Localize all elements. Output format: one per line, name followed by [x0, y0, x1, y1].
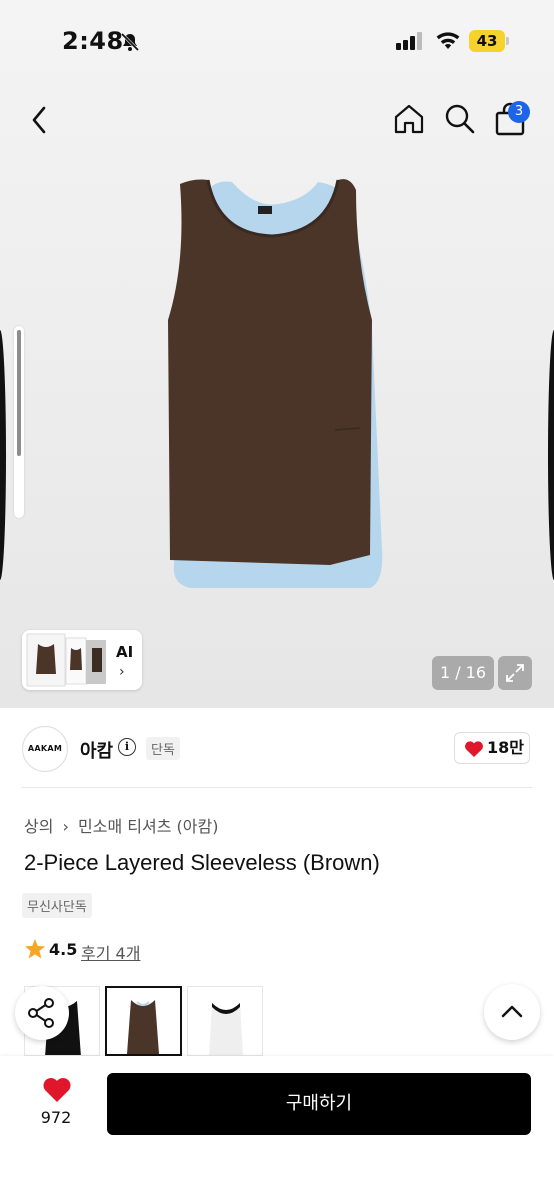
product-image: [168, 179, 383, 588]
search-icon[interactable]: [444, 103, 476, 135]
white-tank-thumbnail: [209, 1003, 243, 1055]
breadcrumb: 상의 › 민소매 티셔츠 (아캄): [24, 813, 222, 837]
ai-style-label[interactable]: AI: [116, 643, 133, 661]
product-gallery[interactable]: 2:48 43 3 AI › 1 / 16: [0, 0, 554, 708]
volume-slider-thumb[interactable]: [17, 330, 21, 456]
expand-button[interactable]: [498, 656, 532, 690]
breadcrumb-subcategory[interactable]: 민소매 티셔츠 (아캄): [78, 817, 218, 836]
breadcrumb-category[interactable]: 상의: [24, 817, 53, 836]
color-option-brown[interactable]: [105, 986, 182, 1056]
chevron-up-icon: [501, 1005, 523, 1018]
expand-icon: [506, 664, 524, 682]
battery-tip: [506, 37, 509, 45]
home-icon[interactable]: [392, 102, 426, 136]
thumbnail-images: [26, 633, 106, 687]
chevron-right-icon: ›: [119, 664, 125, 680]
breadcrumb-separator: ›: [62, 817, 69, 836]
buy-button[interactable]: 구매하기: [107, 1073, 531, 1135]
exclusive-badge: 단독: [146, 737, 180, 760]
status-time: 2:48: [62, 27, 124, 55]
brand-like-count: 18만: [487, 738, 524, 757]
image-counter: 1 / 16: [432, 656, 494, 690]
battery-indicator: 43: [469, 30, 505, 52]
color-option-white[interactable]: [187, 986, 263, 1056]
brand-logo[interactable]: AAKAM: [22, 726, 68, 772]
section-divider: [22, 787, 532, 788]
right-edge-shadow: [548, 330, 554, 580]
brand-row: AAKAM 아캄 i 단독 18만: [0, 708, 554, 790]
review-link[interactable]: 후기 4개: [81, 940, 140, 964]
brown-tank-thumbnail: [127, 1000, 159, 1054]
brand-name[interactable]: 아캄: [80, 737, 113, 763]
status-bar: 2:48 43: [0, 0, 554, 80]
cart-count-badge: 3: [508, 101, 530, 123]
info-icon[interactable]: i: [118, 738, 136, 756]
share-icon: [28, 998, 54, 1028]
wifi-icon: [436, 32, 460, 49]
rating-score: 4.5: [49, 940, 78, 959]
back-arrow-icon[interactable]: [26, 104, 54, 136]
cellular-signal-icon: [396, 32, 422, 50]
brand-like-button[interactable]: 18만: [454, 732, 530, 764]
left-edge-shadow: [0, 330, 6, 580]
heart-icon: [465, 741, 483, 757]
like-heart-icon[interactable]: [42, 1076, 72, 1103]
product-title: 2-Piece Layered Sleeveless (Brown): [24, 850, 380, 875]
product-like-count: 972: [40, 1108, 72, 1127]
star-icon: [25, 939, 45, 959]
exclusive-tag: 무신사단독: [22, 893, 92, 918]
scroll-top-button[interactable]: [484, 984, 540, 1040]
share-button[interactable]: [15, 986, 69, 1040]
bell-muted-icon: [120, 32, 140, 52]
